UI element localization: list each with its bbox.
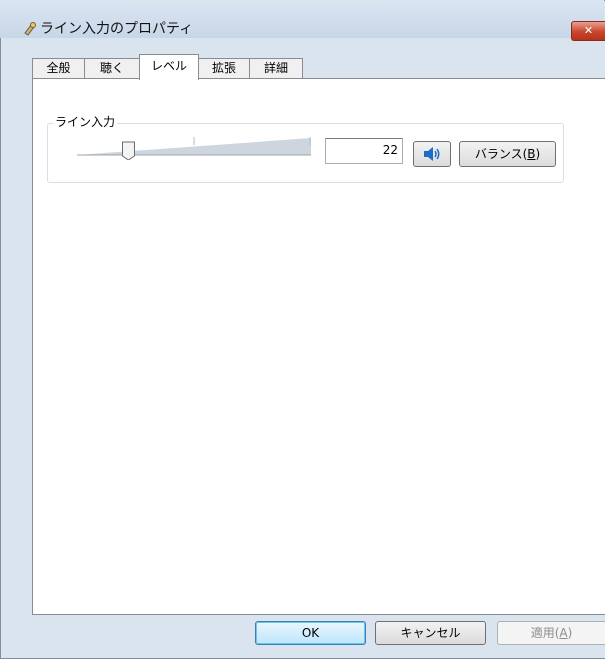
tab-listen[interactable]: 聴く [84, 58, 140, 78]
balance-label-suffix: ) [535, 147, 541, 161]
tab-enhancements[interactable]: 拡張 [198, 58, 250, 78]
speaker-icon [424, 147, 440, 161]
mute-button[interactable] [413, 141, 451, 167]
level-value: 22 [382, 143, 398, 157]
tab-advanced[interactable]: 詳細 [249, 58, 303, 78]
level-value-box[interactable]: 22 [325, 138, 403, 164]
balance-accesskey: B [527, 147, 536, 161]
cancel-button[interactable]: キャンセル [375, 621, 486, 645]
apply-label-suffix: ) [567, 626, 573, 640]
apply-label: 適用( [530, 626, 560, 640]
close-button[interactable]: ✕ [571, 21, 605, 41]
title-bar: ライン入力のプロパティ [0, 0, 604, 38]
slider-thumb[interactable] [121, 141, 135, 160]
volume-slider[interactable] [77, 134, 311, 160]
balance-button[interactable]: バランス(B) [459, 141, 556, 167]
apply-button[interactable]: 適用(A) [497, 621, 605, 645]
window-title: ライン入力のプロパティ [40, 21, 194, 37]
tab-levels[interactable]: レベル [139, 54, 199, 80]
balance-label: バランス( [474, 147, 528, 161]
apply-accesskey: A [559, 626, 568, 640]
ok-button[interactable]: OK [255, 621, 366, 645]
tab-general[interactable]: 全般 [32, 58, 85, 78]
line-in-group-label: ライン入力 [53, 115, 118, 129]
audio-device-icon [24, 22, 36, 36]
